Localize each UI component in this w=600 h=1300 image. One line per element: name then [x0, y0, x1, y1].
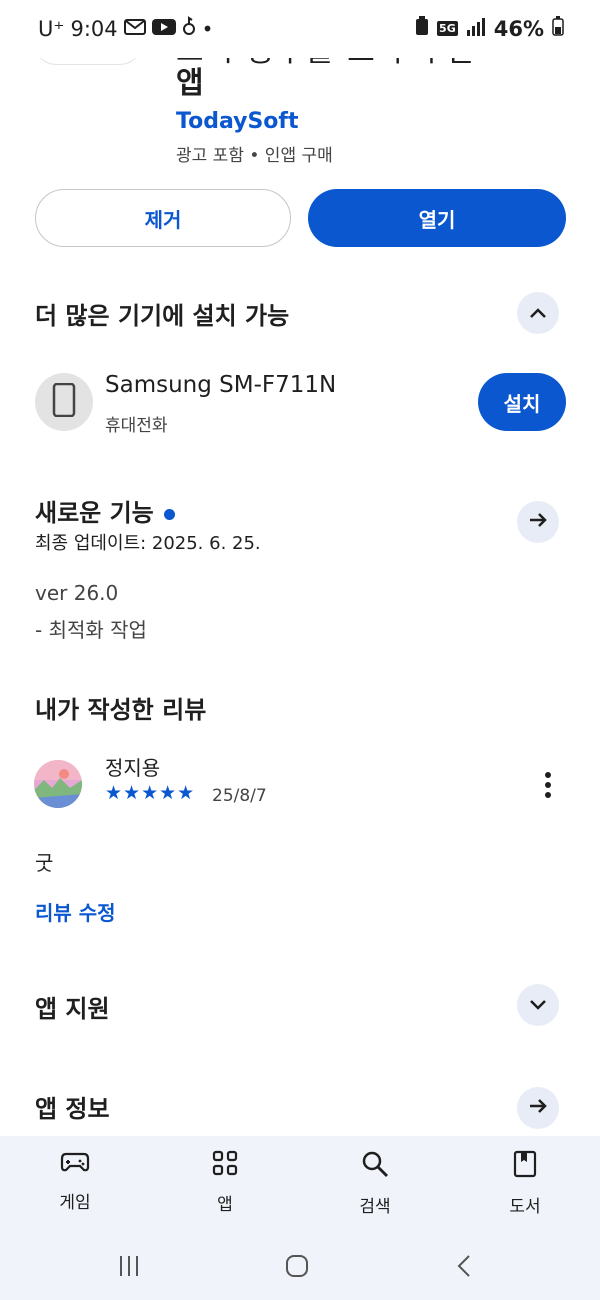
whats-new-header: 새로운 기능 — [35, 493, 175, 528]
app-info-arrow-button[interactable] — [517, 1087, 559, 1129]
version-text: ver 26.0 — [35, 581, 119, 605]
battery-icon — [552, 16, 564, 41]
nav-item-search[interactable]: 검색 — [325, 1150, 425, 1217]
back-button[interactable] — [455, 1254, 475, 1282]
search-icon — [361, 1151, 389, 1182]
recent-apps-button[interactable] — [117, 1254, 141, 1282]
install-button[interactable]: 설치 — [478, 373, 566, 431]
reviewer-name: 정지용 — [105, 756, 161, 780]
nav-label-games: 게임 — [59, 1193, 91, 1213]
battery-saver-icon — [415, 16, 429, 41]
device-name: Samsung SM-F711N — [105, 372, 337, 398]
status-left: U⁺ 9:04 • — [38, 16, 213, 41]
chevron-down-icon — [529, 996, 547, 1015]
app-notification-icon — [182, 16, 196, 41]
open-button[interactable]: 열기 — [308, 189, 566, 247]
last-updated: 최종 업데이트: 2025. 6. 25. — [35, 533, 261, 554]
nav-label-search: 검색 — [359, 1197, 391, 1217]
carrier-label: U⁺ — [38, 16, 65, 41]
kebab-menu-icon — [538, 772, 558, 804]
nav-label-apps: 앱 — [217, 1195, 233, 1215]
avatar — [34, 760, 82, 808]
battery-percent: 46% — [493, 16, 544, 41]
phone-icon — [52, 382, 76, 421]
signal-icon — [466, 17, 486, 41]
star-rating: ★★★★★ — [105, 782, 196, 804]
clock: 9:04 — [70, 16, 118, 41]
review-text: 굿 — [35, 851, 54, 875]
my-review-title: 내가 작성한 리뷰 — [35, 696, 207, 724]
app-support-title: 앱 지원 — [35, 995, 110, 1023]
chevron-up-icon — [529, 304, 547, 323]
nav-item-apps[interactable]: 앱 — [175, 1150, 275, 1215]
more-devices-title: 더 많은 기기에 설치 가능 — [35, 302, 290, 330]
whats-new-arrow-button[interactable] — [517, 501, 559, 543]
home-button[interactable] — [285, 1254, 309, 1282]
whats-new-title: 새로운 기능 — [35, 499, 154, 527]
collapse-button[interactable] — [517, 292, 559, 334]
arrow-right-icon — [528, 1097, 548, 1119]
device-avatar — [35, 373, 93, 431]
review-date: 25/8/7 — [212, 786, 267, 806]
app-meta: 광고 포함 • 인앱 구매 — [176, 146, 333, 166]
gamepad-icon — [60, 1152, 90, 1178]
nav-item-games[interactable]: 게임 — [25, 1150, 125, 1213]
system-navigation-bar — [0, 1240, 600, 1300]
app-support-expand-button[interactable] — [517, 984, 559, 1026]
edit-review-link[interactable]: 리뷰 수정 — [35, 897, 116, 926]
status-right: 5G 46% — [415, 16, 564, 41]
app-title: 앱 — [176, 66, 204, 101]
more-options-button[interactable] — [538, 770, 558, 800]
apps-grid-icon — [212, 1150, 238, 1180]
new-indicator-dot — [163, 508, 175, 520]
device-type: 휴대전화 — [105, 416, 168, 436]
release-note: - 최적화 작업 — [35, 618, 147, 642]
nav-label-books: 도서 — [509, 1197, 541, 1217]
book-icon — [513, 1150, 537, 1182]
nav-item-books[interactable]: 도서 — [475, 1150, 575, 1217]
more-notifications-dot: • — [201, 16, 214, 41]
remove-button[interactable]: 제거 — [35, 189, 291, 247]
network-type: 5G — [437, 21, 458, 36]
developer-link[interactable]: TodaySoft — [176, 109, 299, 134]
app-info-title: 앱 정보 — [35, 1095, 110, 1123]
gmail-icon — [123, 17, 146, 41]
arrow-right-icon — [528, 511, 548, 533]
status-bar: U⁺ 9:04 • 5G 46% — [0, 0, 600, 58]
youtube-icon — [151, 17, 176, 41]
